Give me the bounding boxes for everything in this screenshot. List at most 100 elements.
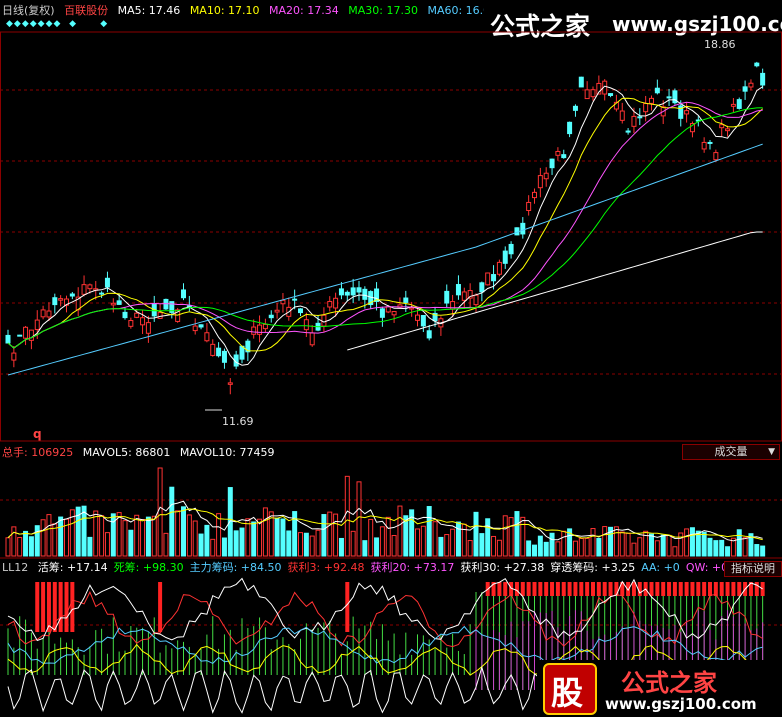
candle-down [216,347,222,357]
volume-bar [23,530,29,557]
candle-up [280,299,286,305]
ma5-line [7,85,763,366]
candle-up [543,172,549,180]
volume-bar [344,475,350,557]
volume-bar [40,519,46,557]
volume-bar [415,528,420,557]
candle-down [221,350,227,363]
volume-bar [257,518,263,557]
volume-bar [93,510,99,557]
volume-bar [356,481,362,557]
volume-bar [742,537,748,557]
indicator-line-blue [7,625,763,665]
volume-bar [508,517,514,557]
volume-bar [713,540,719,557]
volume-bar [590,528,596,557]
candle-up [303,319,309,331]
candle-up [532,191,537,199]
candle-down [549,158,555,169]
candle-down [292,298,298,301]
volume-bar [502,515,508,557]
candle-up [309,332,315,346]
candle-down [561,154,567,159]
mavol10-label: MAVOL10: 77459 [179,446,275,459]
candle-up [333,297,339,309]
candle-up [157,312,163,319]
volume-bar [110,513,116,557]
candle-up [192,325,198,332]
candle-up [28,329,34,341]
volume-bar [227,487,233,557]
volume-bar [479,533,485,557]
ma60-line [7,143,763,376]
candle-up [590,89,596,98]
volume-bar [145,516,151,557]
volume-bar [596,537,602,557]
candle-down [479,282,485,293]
volume-bar [514,511,520,557]
volume-bar [374,537,380,557]
volume-bar [455,521,461,557]
volume-bar [333,513,339,557]
indicator-name: LL12 [2,561,29,574]
candle-up [748,82,754,88]
volume-bar [233,530,239,557]
candle-down [520,222,526,235]
volume-bar [619,531,625,557]
candle-down [754,62,760,67]
volume-bar [637,537,643,557]
candle-down [666,96,672,99]
candle-down [181,289,186,299]
candle-up [140,317,146,326]
volume-bar [210,538,216,557]
candle-down [625,130,631,133]
volume-bar [58,516,64,557]
volume-bar [175,510,181,557]
volume-bar [181,506,186,557]
volume-bar [701,531,707,557]
candle-down [455,284,461,296]
candle-up [725,128,731,132]
candle-up [409,307,415,310]
volume-bar [689,527,695,557]
candle-up [11,352,17,361]
volume-bar [578,538,584,557]
candle-up [713,152,719,161]
volume-bar [186,514,192,557]
volume-bar [163,532,169,557]
candle-down [268,314,274,319]
indicator-help-label: 指标说明 [731,562,775,575]
volume-bar [432,521,438,557]
candle-up [385,306,391,313]
candle-down [491,274,497,282]
logo-glyph: 股 [551,674,584,712]
candle-up [684,110,690,115]
indicator-item: 主力筹码: +84.50 [189,561,282,574]
volume-bar [526,540,532,557]
candle-up [631,115,637,127]
candle-up [210,343,216,356]
candle-up [128,320,134,327]
volume-bar [151,515,157,557]
candle-up [87,284,93,290]
volume-indicator-button[interactable]: 成交量 ▼ [682,444,780,460]
chart-canvas[interactable] [0,0,782,717]
candle-up [461,291,467,301]
volume-bar [555,541,561,557]
candle-up [496,261,502,275]
volume-bar [140,519,146,557]
volume-bar [338,537,344,557]
candle-up [391,311,397,316]
volume-bar [245,518,251,557]
candle-up [257,324,263,335]
volume-bar [561,530,567,557]
indicator-help-button[interactable]: 指标说明 [724,561,782,577]
candle-up [327,300,333,308]
indicator-item: 死筹: +98.30 [113,561,184,574]
dropdown-icon: ▼ [768,447,775,457]
candle-up [262,323,268,330]
candle-up [649,97,654,104]
volume-bar [654,540,660,557]
candle-down [742,86,748,92]
volume-bar [198,533,204,557]
